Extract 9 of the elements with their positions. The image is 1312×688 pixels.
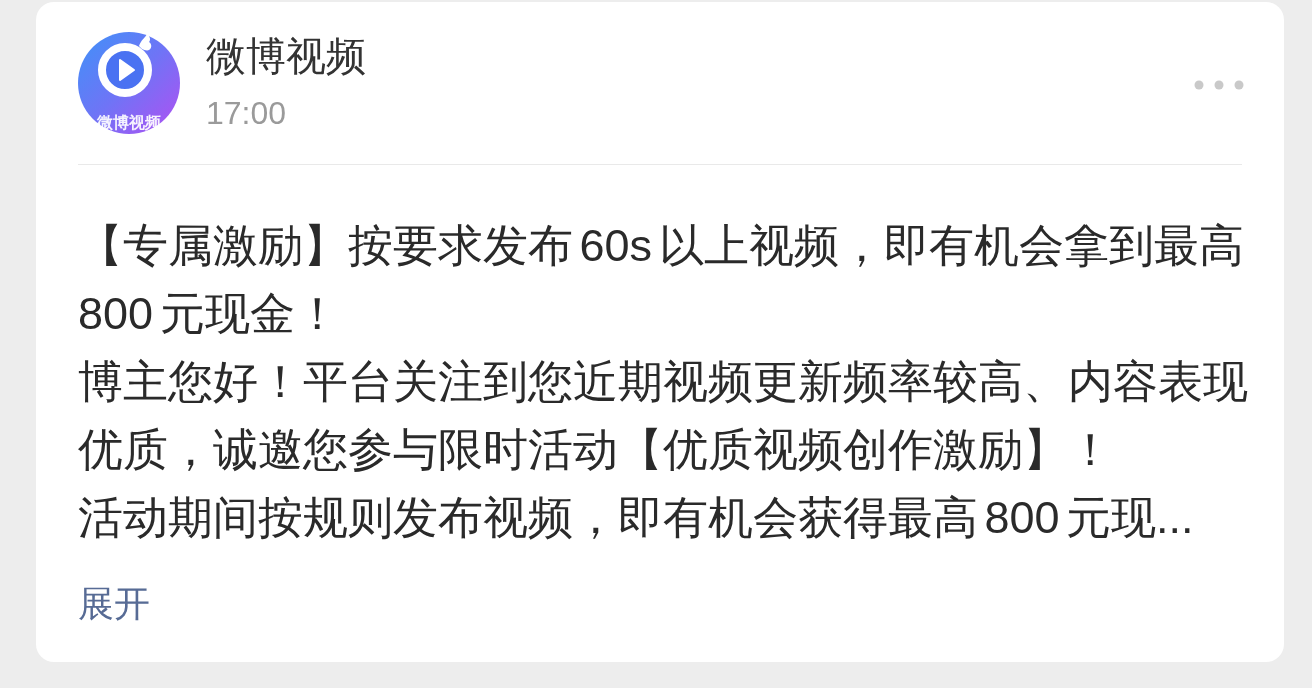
message-paragraph: 【专属激励】按要求发布 60s 以上视频，即有机会拿到最高 800 元现金！ (78, 219, 1245, 341)
more-dots-icon (1194, 79, 1244, 90)
expand-link[interactable]: 展开 (78, 579, 150, 629)
message-paragraph: 博主您好！平台关注到您近期视频更新频率较高、内容表现优质，诚邀您参与限时活动【优质视频创作激励】！ (78, 355, 1249, 477)
sender-name: 微博视频 (206, 33, 366, 80)
message-paragraph: 活动期间按规则发布视频，即有机会获得最高 800 元现... (78, 491, 1195, 545)
play-ring-icon (95, 32, 155, 100)
more-button[interactable] (1194, 79, 1244, 90)
message-time: 17:00 (206, 94, 287, 133)
